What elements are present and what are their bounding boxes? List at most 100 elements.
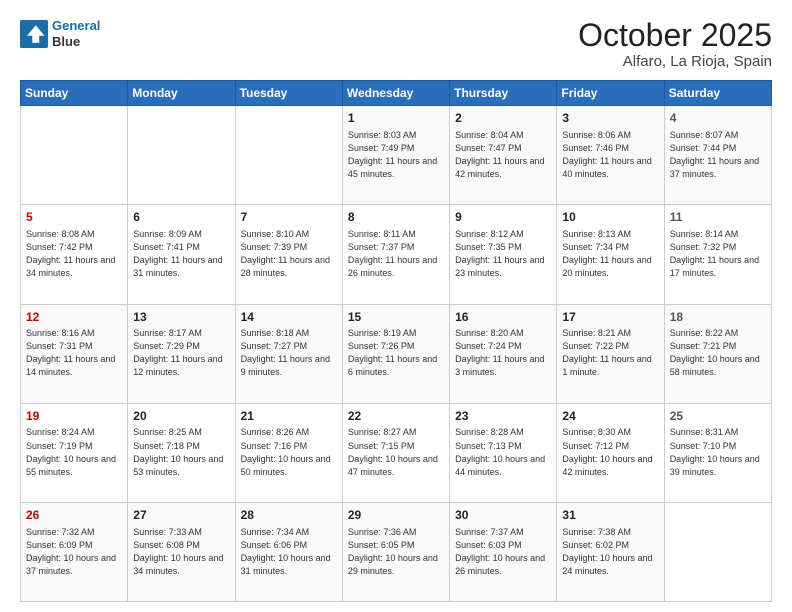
calendar-cell: 9 Sunrise: 8:12 AMSunset: 7:35 PMDaylight… (450, 205, 557, 304)
day-number: 6 (133, 209, 229, 226)
calendar-week-row: 1Sunrise: 8:03 AMSunset: 7:49 PMDaylight… (21, 106, 772, 205)
day-number: 22 (348, 408, 444, 425)
calendar-cell: 26Sunrise: 7:32 AMSunset: 6:09 PMDayligh… (21, 502, 128, 601)
calendar-cell: 25Sunrise: 8:31 AMSunset: 7:10 PMDayligh… (664, 403, 771, 502)
cell-content: Sunrise: 8:26 AMSunset: 7:16 PMDaylight:… (241, 426, 337, 478)
calendar-week-row: 26Sunrise: 7:32 AMSunset: 6:09 PMDayligh… (21, 502, 772, 601)
day-number: 11 (670, 209, 766, 226)
cell-content: Sunrise: 8:18 AMSunset: 7:27 PMDaylight:… (241, 327, 337, 379)
day-number: 19 (26, 408, 122, 425)
calendar-cell (664, 502, 771, 601)
cell-content: Sunrise: 8:07 AMSunset: 7:44 PMDaylight:… (670, 129, 766, 181)
cell-content: Sunrise: 8:11 AMSunset: 7:37 PMDaylight:… (348, 228, 444, 280)
cell-content: Sunrise: 8:25 AMSunset: 7:18 PMDaylight:… (133, 426, 229, 478)
calendar-cell: 16Sunrise: 8:20 AMSunset: 7:24 PMDayligh… (450, 304, 557, 403)
day-number: 29 (348, 507, 444, 524)
header: General Blue October 2025 Alfaro, La Rio… (20, 18, 772, 70)
cell-content: Sunrise: 7:37 AMSunset: 6:03 PMDaylight:… (455, 526, 551, 578)
calendar-cell: 2 Sunrise: 8:04 AMSunset: 7:47 PMDaylight… (450, 106, 557, 205)
calendar-cell: 20Sunrise: 8:25 AMSunset: 7:18 PMDayligh… (128, 403, 235, 502)
calendar-cell: 6 Sunrise: 8:09 AMSunset: 7:41 PMDaylight… (128, 205, 235, 304)
location-title: Alfaro, La Rioja, Spain (578, 53, 772, 70)
calendar-cell: 5 Sunrise: 8:08 AMSunset: 7:42 PMDaylight… (21, 205, 128, 304)
calendar-cell: 31 Sunrise: 7:38 AMSunset: 6:02 PMDayligh… (557, 502, 664, 601)
calendar-cell: 11Sunrise: 8:14 AMSunset: 7:32 PMDayligh… (664, 205, 771, 304)
cell-content: Sunrise: 8:27 AMSunset: 7:15 PMDaylight:… (348, 426, 444, 478)
day-number: 16 (455, 309, 551, 326)
calendar-cell: 24Sunrise: 8:30 AMSunset: 7:12 PMDayligh… (557, 403, 664, 502)
cell-content: Sunrise: 7:38 AMSunset: 6:02 PMDaylight:… (562, 526, 658, 578)
day-number: 30 (455, 507, 551, 524)
day-number: 1 (348, 110, 444, 127)
calendar-week-row: 19Sunrise: 8:24 AMSunset: 7:19 PMDayligh… (21, 403, 772, 502)
calendar-cell: 27 Sunrise: 7:33 AMSunset: 6:08 PMDayligh… (128, 502, 235, 601)
day-header-saturday: Saturday (664, 81, 771, 106)
day-number: 18 (670, 309, 766, 326)
day-header-friday: Friday (557, 81, 664, 106)
cell-content: Sunrise: 8:28 AMSunset: 7:13 PMDaylight:… (455, 426, 551, 478)
day-number: 13 (133, 309, 229, 326)
cell-content: Sunrise: 8:08 AMSunset: 7:42 PMDaylight:… (26, 228, 122, 280)
calendar-cell: 22Sunrise: 8:27 AMSunset: 7:15 PMDayligh… (342, 403, 449, 502)
calendar-cell: 18Sunrise: 8:22 AMSunset: 7:21 PMDayligh… (664, 304, 771, 403)
logo-line2: Blue (52, 34, 100, 50)
cell-content: Sunrise: 7:33 AMSunset: 6:08 PMDaylight:… (133, 526, 229, 578)
calendar-cell: 30 Sunrise: 7:37 AMSunset: 6:03 PMDayligh… (450, 502, 557, 601)
day-number: 8 (348, 209, 444, 226)
calendar-cell (128, 106, 235, 205)
cell-content: Sunrise: 8:12 AMSunset: 7:35 PMDaylight:… (455, 228, 551, 280)
calendar-cell (235, 106, 342, 205)
calendar-week-row: 5 Sunrise: 8:08 AMSunset: 7:42 PMDaylight… (21, 205, 772, 304)
calendar-table: SundayMondayTuesdayWednesdayThursdayFrid… (20, 80, 772, 602)
day-number: 12 (26, 309, 122, 326)
cell-content: Sunrise: 8:16 AMSunset: 7:31 PMDaylight:… (26, 327, 122, 379)
day-header-wednesday: Wednesday (342, 81, 449, 106)
calendar-cell: 10 Sunrise: 8:13 AMSunset: 7:34 PMDayligh… (557, 205, 664, 304)
day-number: 26 (26, 507, 122, 524)
title-block: October 2025 Alfaro, La Rioja, Spain (578, 18, 772, 70)
calendar-cell: 13Sunrise: 8:17 AMSunset: 7:29 PMDayligh… (128, 304, 235, 403)
cell-content: Sunrise: 8:04 AMSunset: 7:47 PMDaylight:… (455, 129, 551, 181)
cell-content: Sunrise: 8:13 AMSunset: 7:34 PMDaylight:… (562, 228, 658, 280)
logo-text: General Blue (52, 18, 100, 49)
cell-content: Sunrise: 8:10 AMSunset: 7:39 PMDaylight:… (241, 228, 337, 280)
calendar-cell: 23Sunrise: 8:28 AMSunset: 7:13 PMDayligh… (450, 403, 557, 502)
cell-content: Sunrise: 8:09 AMSunset: 7:41 PMDaylight:… (133, 228, 229, 280)
day-header-tuesday: Tuesday (235, 81, 342, 106)
calendar-cell: 29Sunrise: 7:36 AMSunset: 6:05 PMDayligh… (342, 502, 449, 601)
cell-content: Sunrise: 8:20 AMSunset: 7:24 PMDaylight:… (455, 327, 551, 379)
calendar-cell: 17Sunrise: 8:21 AMSunset: 7:22 PMDayligh… (557, 304, 664, 403)
day-number: 10 (562, 209, 658, 226)
day-header-sunday: Sunday (21, 81, 128, 106)
calendar-cell: 7 Sunrise: 8:10 AMSunset: 7:39 PMDaylight… (235, 205, 342, 304)
logo-icon (20, 20, 48, 48)
calendar-cell: 14Sunrise: 8:18 AMSunset: 7:27 PMDayligh… (235, 304, 342, 403)
day-number: 4 (670, 110, 766, 127)
day-number: 31 (562, 507, 658, 524)
day-number: 24 (562, 408, 658, 425)
day-number: 28 (241, 507, 337, 524)
day-header-monday: Monday (128, 81, 235, 106)
page: General Blue October 2025 Alfaro, La Rio… (0, 0, 792, 612)
calendar-cell: 12Sunrise: 8:16 AMSunset: 7:31 PMDayligh… (21, 304, 128, 403)
day-number: 9 (455, 209, 551, 226)
calendar-cell: 19Sunrise: 8:24 AMSunset: 7:19 PMDayligh… (21, 403, 128, 502)
calendar-week-row: 12Sunrise: 8:16 AMSunset: 7:31 PMDayligh… (21, 304, 772, 403)
calendar-cell: 15Sunrise: 8:19 AMSunset: 7:26 PMDayligh… (342, 304, 449, 403)
day-number: 7 (241, 209, 337, 226)
calendar-cell: 3Sunrise: 8:06 AMSunset: 7:46 PMDaylight… (557, 106, 664, 205)
day-number: 25 (670, 408, 766, 425)
logo: General Blue (20, 18, 100, 49)
day-number: 27 (133, 507, 229, 524)
cell-content: Sunrise: 8:30 AMSunset: 7:12 PMDaylight:… (562, 426, 658, 478)
day-number: 5 (26, 209, 122, 226)
month-title: October 2025 (578, 18, 772, 53)
day-number: 20 (133, 408, 229, 425)
day-number: 17 (562, 309, 658, 326)
day-number: 2 (455, 110, 551, 127)
day-number: 3 (562, 110, 658, 127)
calendar-cell: 21Sunrise: 8:26 AMSunset: 7:16 PMDayligh… (235, 403, 342, 502)
cell-content: Sunrise: 8:31 AMSunset: 7:10 PMDaylight:… (670, 426, 766, 478)
logo-line1: General (52, 18, 100, 33)
calendar-cell: 4 Sunrise: 8:07 AMSunset: 7:44 PMDaylight… (664, 106, 771, 205)
